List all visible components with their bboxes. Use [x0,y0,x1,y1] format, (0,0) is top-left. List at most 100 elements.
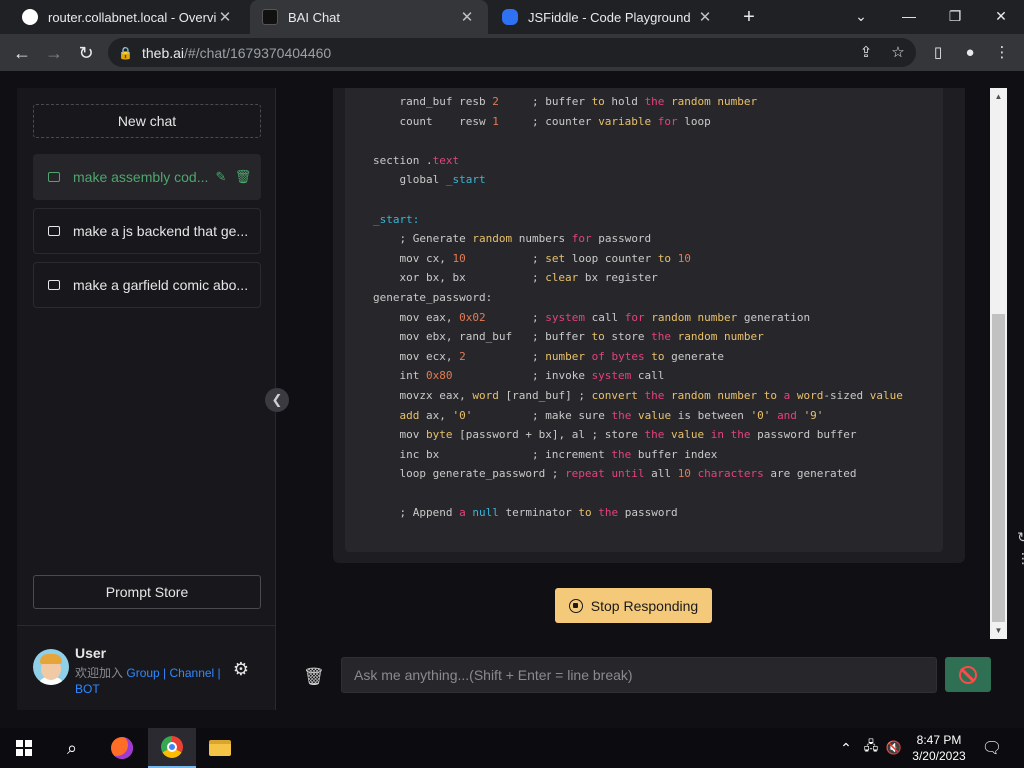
code-token: repeat [565,467,605,481]
scroll-up-arrow-icon[interactable]: ▲ [990,88,1007,105]
code-token: buffer index [631,447,718,461]
new-tab-button[interactable]: + [736,4,762,30]
chat-item-garfield[interactable]: make a garfield comic abo... [33,262,261,308]
code-token: convert [591,388,638,402]
browser-menu-icon[interactable]: ⋮ [988,38,1016,67]
code-token: to [591,330,605,344]
close-window-icon[interactable]: ✕ [978,0,1024,34]
code-token: random number [671,95,758,108]
chat-item-assembly[interactable]: make assembly cod... ✎ 🗑 [33,154,261,200]
restore-icon[interactable]: ❐ [932,0,978,34]
side-panel-icon[interactable]: ▯ [924,38,952,67]
code-token: password [618,506,678,520]
minimize-icon[interactable]: — [886,0,932,34]
code-token: inc bx ; increment [373,447,612,461]
chat-item-label: make a js backend that ge... [73,223,249,239]
code-token: system [545,310,585,324]
code-token: generation [737,310,811,324]
chat-input-box[interactable] [341,657,937,693]
chat-app: New chat make assembly cod... ✎ 🗑 make a… [17,88,1024,710]
regenerate-icon[interactable]: ↻ [1015,529,1024,545]
chat-item-js-backend[interactable]: make a js backend that ge... [33,208,261,254]
code-token: [password + bx], al ; store [452,428,645,442]
code-token: 0x02 [459,310,486,324]
browser-tab-jsfiddle[interactable]: JSFiddle - Code Playground ✕ [490,0,726,34]
browser-tab-router[interactable]: router.collabnet.local - Overview ✕ [10,0,246,34]
search-icon[interactable]: ⌕ [48,728,96,768]
chat-input[interactable] [354,667,936,683]
notification-icon[interactable]: 🗨 [980,728,1004,768]
firefox-taskbar-button[interactable] [98,728,146,768]
chrome-taskbar-button[interactable] [148,728,196,768]
code-line: ; Append a null terminator to the passwo… [373,503,903,523]
prompt-store-button[interactable]: Prompt Store [33,575,261,609]
chat-item-label: make assembly cod... [73,169,209,185]
url-path: /#/chat/1679370404460 [184,44,332,61]
taskbar-clock[interactable]: 8:47 PM 3/20/2023 [906,732,972,764]
new-chat-button[interactable]: New chat [33,104,261,138]
web-page: New chat make assembly cod... ✎ 🗑 make a… [0,71,1024,728]
address-bar[interactable]: 🔒 theb.ai/#/chat/1679370404460 [108,38,916,67]
file-explorer-taskbar-button[interactable] [196,728,244,768]
scrollbar-thumb[interactable] [992,314,1005,622]
tab-search-icon[interactable]: ⌄ [838,0,884,34]
stop-icon [568,598,583,613]
send-button[interactable] [945,657,991,692]
code-token: the [644,95,665,108]
reload-icon[interactable]: ↻ [73,40,99,66]
close-tab-icon[interactable]: ✕ [458,8,476,26]
link-separator: | [159,666,170,680]
forward-arrow-icon[interactable]: → [41,40,67,66]
code-token: ; [465,349,546,363]
tab-label: BAI Chat [288,9,341,25]
profile-icon[interactable]: ● [956,38,984,67]
page-scrollbar[interactable]: ▲ ▼ [990,88,1007,639]
channel-link[interactable]: Channel [170,666,215,680]
group-link[interactable]: Group [126,666,159,680]
tray-chevron-icon[interactable]: ⌃ [836,728,856,768]
close-tab-icon[interactable]: ✕ [696,8,714,26]
close-tab-icon[interactable]: ✕ [216,8,234,26]
more-options-icon[interactable]: ⋮ [1015,549,1024,567]
edit-icon[interactable]: ✎ [210,169,232,185]
scroll-down-arrow-icon[interactable]: ▼ [990,622,1007,639]
browser-tab-bai-chat[interactable]: BAI Chat ✕ [250,0,488,34]
code-token: set [545,251,566,265]
stop-responding-button[interactable]: Stop Responding [555,588,712,623]
code-token: loop counter [565,251,658,265]
code-token: call [584,310,625,324]
chat-bubble-icon [48,226,60,236]
link-separator: | [214,666,221,680]
code-token: count resw [373,114,493,128]
code-token: generate_password: [373,290,493,304]
volume-muted-icon[interactable]: 🔇 [884,728,904,768]
code-token: hold [604,95,645,108]
bot-link[interactable]: BOT [75,682,100,696]
code-token: '9' [803,408,824,422]
clear-chat-icon[interactable]: 🗑 [303,667,325,687]
code-line: ; Generate random numbers for password [373,229,903,249]
back-arrow-icon[interactable]: ← [9,40,35,66]
code-token: movzx eax, [373,388,473,402]
avatar[interactable] [33,649,69,685]
taskbar: ⌕ ⌃ 🖧 🔇 8:47 PM 3/20/2023 🗨 [0,728,1024,768]
gear-icon[interactable]: ⚙ [231,659,251,679]
code-token: 10 [452,251,466,265]
code-token: to [763,388,778,402]
user-name: User [75,645,107,661]
code-token: '0' [452,408,473,422]
share-icon[interactable]: ⇪ [852,38,880,67]
network-icon[interactable]: 🖧 [860,728,882,768]
bookmark-star-icon[interactable]: ☆ [884,38,912,67]
windows-start-button[interactable] [0,728,48,768]
delete-icon[interactable]: 🗑 [232,169,254,185]
